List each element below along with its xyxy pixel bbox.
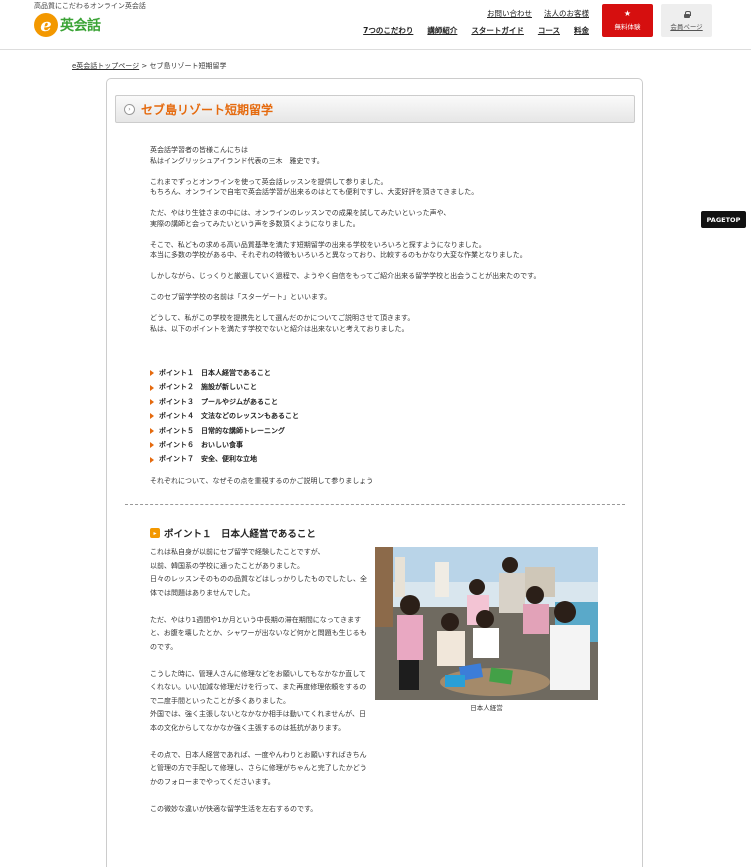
point-item[interactable]: ポイント３ プールやジムがあること: [150, 395, 450, 409]
top-links: お問い合わせ 法人のお客様: [487, 8, 589, 19]
main-nav: 7つのこだわり 講師紹介 スタートガイド コース 料金: [363, 25, 589, 36]
chevron-right-circle-icon: ›: [124, 103, 135, 115]
point-item[interactable]: ポイント７ 安全、便利な立地: [150, 452, 450, 466]
section-paragraph: こうした時に、管理人さんに修理などをお願いしてもなかなか直してくれない。いい加減…: [150, 669, 367, 732]
section-body: これは私自身が以前にセブ留学で経験したことですが、 以前、韓国系の学校に通ったこ…: [150, 546, 370, 830]
breadcrumb-separator: >: [139, 62, 150, 70]
lock-icon: [683, 10, 691, 18]
intro-text: 英会話学習者の皆様こんにちは 私はイングリッシュアイランド代表の三木 雅史です。…: [150, 145, 610, 345]
member-page-button[interactable]: 会員ページ: [661, 4, 712, 37]
point-item[interactable]: ポイント６ おいしい食事: [150, 438, 450, 452]
photo-caption: 日本人経営: [470, 704, 503, 712]
section-paragraph: これは私自身が以前にセブ留学で経験したことですが、 以前、韓国系の学校に通ったこ…: [150, 548, 367, 597]
site-tagline: 高品質にこだわるオンライン英会話: [34, 2, 146, 10]
star-icon: ★: [623, 9, 632, 18]
breadcrumb: e英会話トップページ > セブ島リゾート短期留学: [72, 61, 227, 71]
point-item[interactable]: ポイント１ 日本人経営であること: [150, 366, 450, 380]
logo-e-icon: e: [34, 13, 58, 37]
contact-link[interactable]: お問い合わせ: [487, 8, 532, 19]
points-list: ポイント１ 日本人経営であること ポイント２ 施設が新しいこと ポイント３ プー…: [150, 366, 450, 467]
dashed-divider: [125, 504, 625, 505]
triangle-right-icon: [150, 370, 154, 377]
intro-paragraph: しかしながら、じっくりと厳選していく過程で、ようやく自信をもってご紹介出来る留学…: [150, 272, 541, 280]
page-title: セブ島リゾート短期留学: [141, 102, 274, 117]
triangle-right-icon: [150, 456, 154, 463]
logo-text: 英会話: [60, 18, 101, 34]
free-trial-label: 無料体験: [614, 23, 641, 31]
triangle-right-icon: [150, 399, 154, 406]
pagetop-button[interactable]: PAGETOP: [701, 211, 746, 228]
section-title: ▸ ポイント１ 日本人経営であること: [150, 526, 316, 540]
section-paragraph: ただ、やはり1週間や1か月という中長期の滞在期間になってきますと、お腹を壊したと…: [150, 615, 367, 651]
main-content-box: › セブ島リゾート短期留学 英会話学習者の皆様こんにちは 私はイングリッシュアイ…: [106, 78, 643, 867]
breadcrumb-home-link[interactable]: e英会話トップページ: [72, 62, 139, 70]
intro-paragraph: このセブ留学学校の名前は「スターゲート」といいます。: [150, 293, 332, 301]
nav-item-courses[interactable]: コース: [538, 25, 560, 36]
section-paragraph: その点で、日本人経営であれば、一度やんわりとお願いすればきちんと管理の方で手配し…: [150, 750, 367, 786]
intro-paragraph: これまでずっとオンラインを使って英会話レッスンを提供して参りました。 もちろん、…: [150, 177, 479, 197]
point-item[interactable]: ポイント５ 日常的な講師トレーニング: [150, 424, 450, 438]
member-page-label: 会員ページ: [670, 22, 703, 31]
site-header: 高品質にこだわるオンライン英会話 e 英会話 お問い合わせ 法人のお客様 7つの…: [0, 0, 751, 50]
triangle-right-icon: [150, 427, 154, 434]
nav-item-pricing[interactable]: 料金: [574, 25, 589, 36]
nav-item-start-guide[interactable]: スタートガイド: [471, 25, 524, 36]
students-photo: [375, 547, 598, 700]
site-logo[interactable]: e 英会話: [34, 11, 101, 39]
section-title-text: ポイント１ 日本人経営であること: [164, 529, 316, 540]
nav-item-commitments[interactable]: 7つのこだわり: [363, 25, 413, 36]
page-title-bar: › セブ島リゾート短期留学: [115, 95, 635, 123]
point-item[interactable]: ポイント４ 文法などのレッスンもあること: [150, 409, 450, 423]
nav-item-teachers[interactable]: 講師紹介: [427, 25, 457, 36]
section-paragraph: この微妙な違いが快適な留学生活を左右するのです。: [150, 804, 318, 813]
intro-paragraph: そこで、私どもの求める高い品質基準を満たす短期留学の出来る学校をいろいろと探すよ…: [150, 240, 527, 260]
corporate-link[interactable]: 法人のお客様: [544, 8, 589, 19]
intro-paragraph: ただ、やはり生徒さまの中には、オンラインのレッスンでの成果を試してみたいといった…: [150, 209, 451, 228]
intro-paragraph: どうして、私がこの学校を提携先として選んだのかについてご説明させて頂きます。 私…: [150, 314, 415, 333]
triangle-right-icon: [150, 442, 154, 449]
breadcrumb-current: セブ島リゾート短期留学: [149, 62, 227, 70]
triangle-right-icon: [150, 413, 154, 420]
intro-paragraph: 英会話学習者の皆様こんにちは 私はイングリッシュアイランド代表の三木 雅史です。: [150, 146, 324, 165]
arrow-right-icon: ▸: [150, 528, 160, 538]
free-trial-button[interactable]: ★ 無料体験: [602, 4, 653, 37]
point-item[interactable]: ポイント２ 施設が新しいこと: [150, 380, 450, 394]
closing-text: それぞれについて、なぜその点を重視するのかご説明して参りましょう: [150, 477, 374, 485]
triangle-right-icon: [150, 384, 154, 391]
